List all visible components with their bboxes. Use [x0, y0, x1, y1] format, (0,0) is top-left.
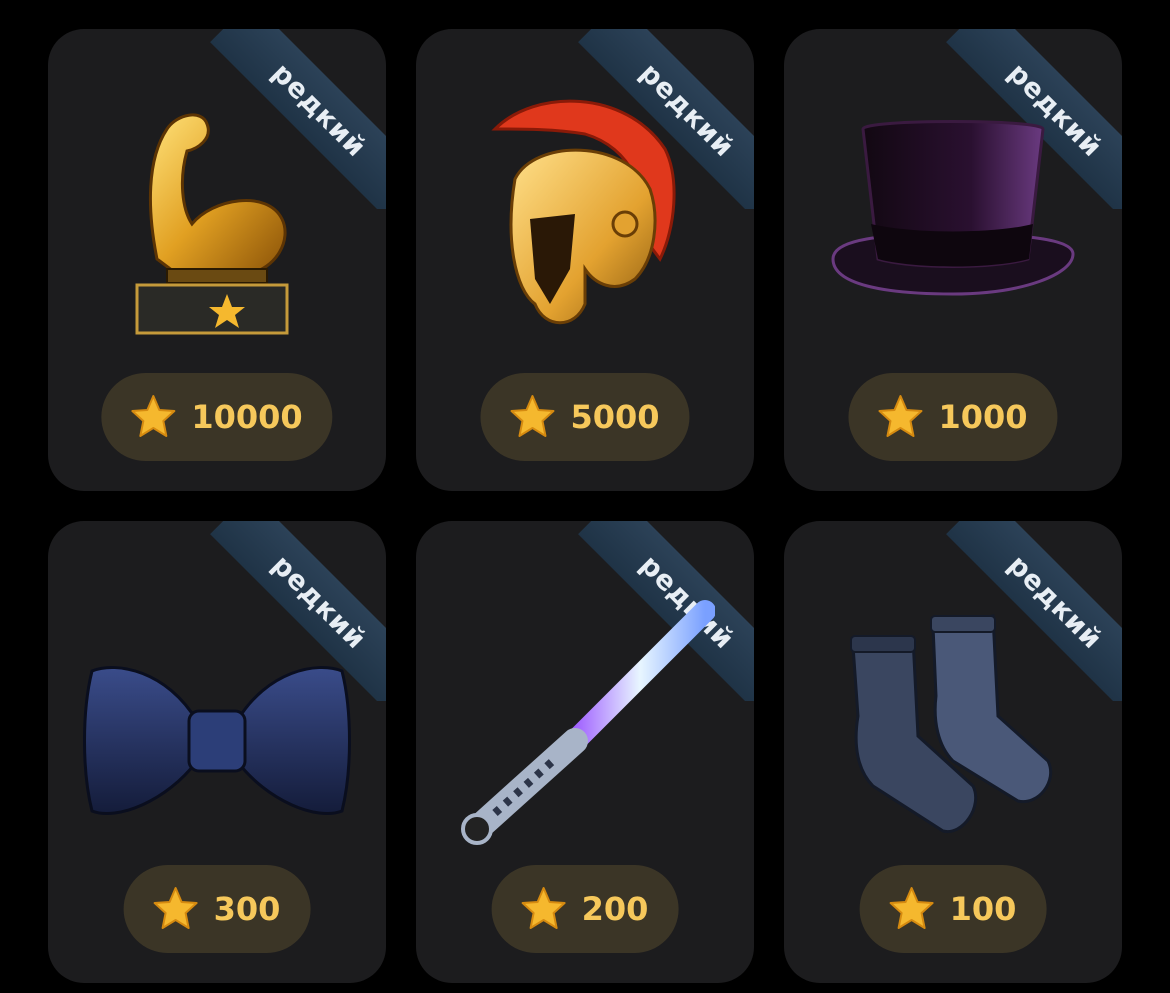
- star-icon: [131, 395, 176, 437]
- bow-tie-icon: [48, 591, 386, 891]
- star-icon: [510, 395, 555, 437]
- gift-grid: редкий 10000 редкий 5000 редкий 1000 ред…: [0, 0, 1170, 993]
- gift-card-bow-tie[interactable]: редкий 300: [48, 521, 386, 983]
- price-value: 100: [949, 890, 1017, 928]
- gift-card-socks[interactable]: редкий 100: [784, 521, 1122, 983]
- price-value: 300: [213, 890, 281, 928]
- star-icon: [153, 887, 198, 929]
- price-value: 5000: [570, 398, 660, 436]
- price-value: 1000: [938, 398, 1028, 436]
- star-icon: [521, 887, 566, 929]
- price-pill[interactable]: 10000: [101, 373, 333, 461]
- top-hat-icon: [784, 69, 1122, 369]
- gift-card-lightsaber[interactable]: редкий 200: [416, 521, 754, 983]
- price-pill[interactable]: 200: [491, 865, 679, 953]
- price-pill[interactable]: 5000: [480, 373, 690, 461]
- socks-icon: [784, 571, 1122, 871]
- price-pill[interactable]: 300: [123, 865, 311, 953]
- lightsaber-icon: [416, 571, 754, 871]
- gift-card-top-hat[interactable]: редкий 1000: [784, 29, 1122, 491]
- spartan-helmet-icon: [416, 69, 754, 369]
- star-icon: [889, 887, 934, 929]
- price-pill[interactable]: 1000: [848, 373, 1058, 461]
- gift-card-helmet[interactable]: редкий 5000: [416, 29, 754, 491]
- price-value: 200: [581, 890, 649, 928]
- price-pill[interactable]: 100: [859, 865, 1047, 953]
- star-icon: [878, 395, 923, 437]
- gift-card-biceps[interactable]: редкий 10000: [48, 29, 386, 491]
- flexed-biceps-trophy-icon: [48, 69, 386, 369]
- price-value: 10000: [191, 398, 303, 436]
